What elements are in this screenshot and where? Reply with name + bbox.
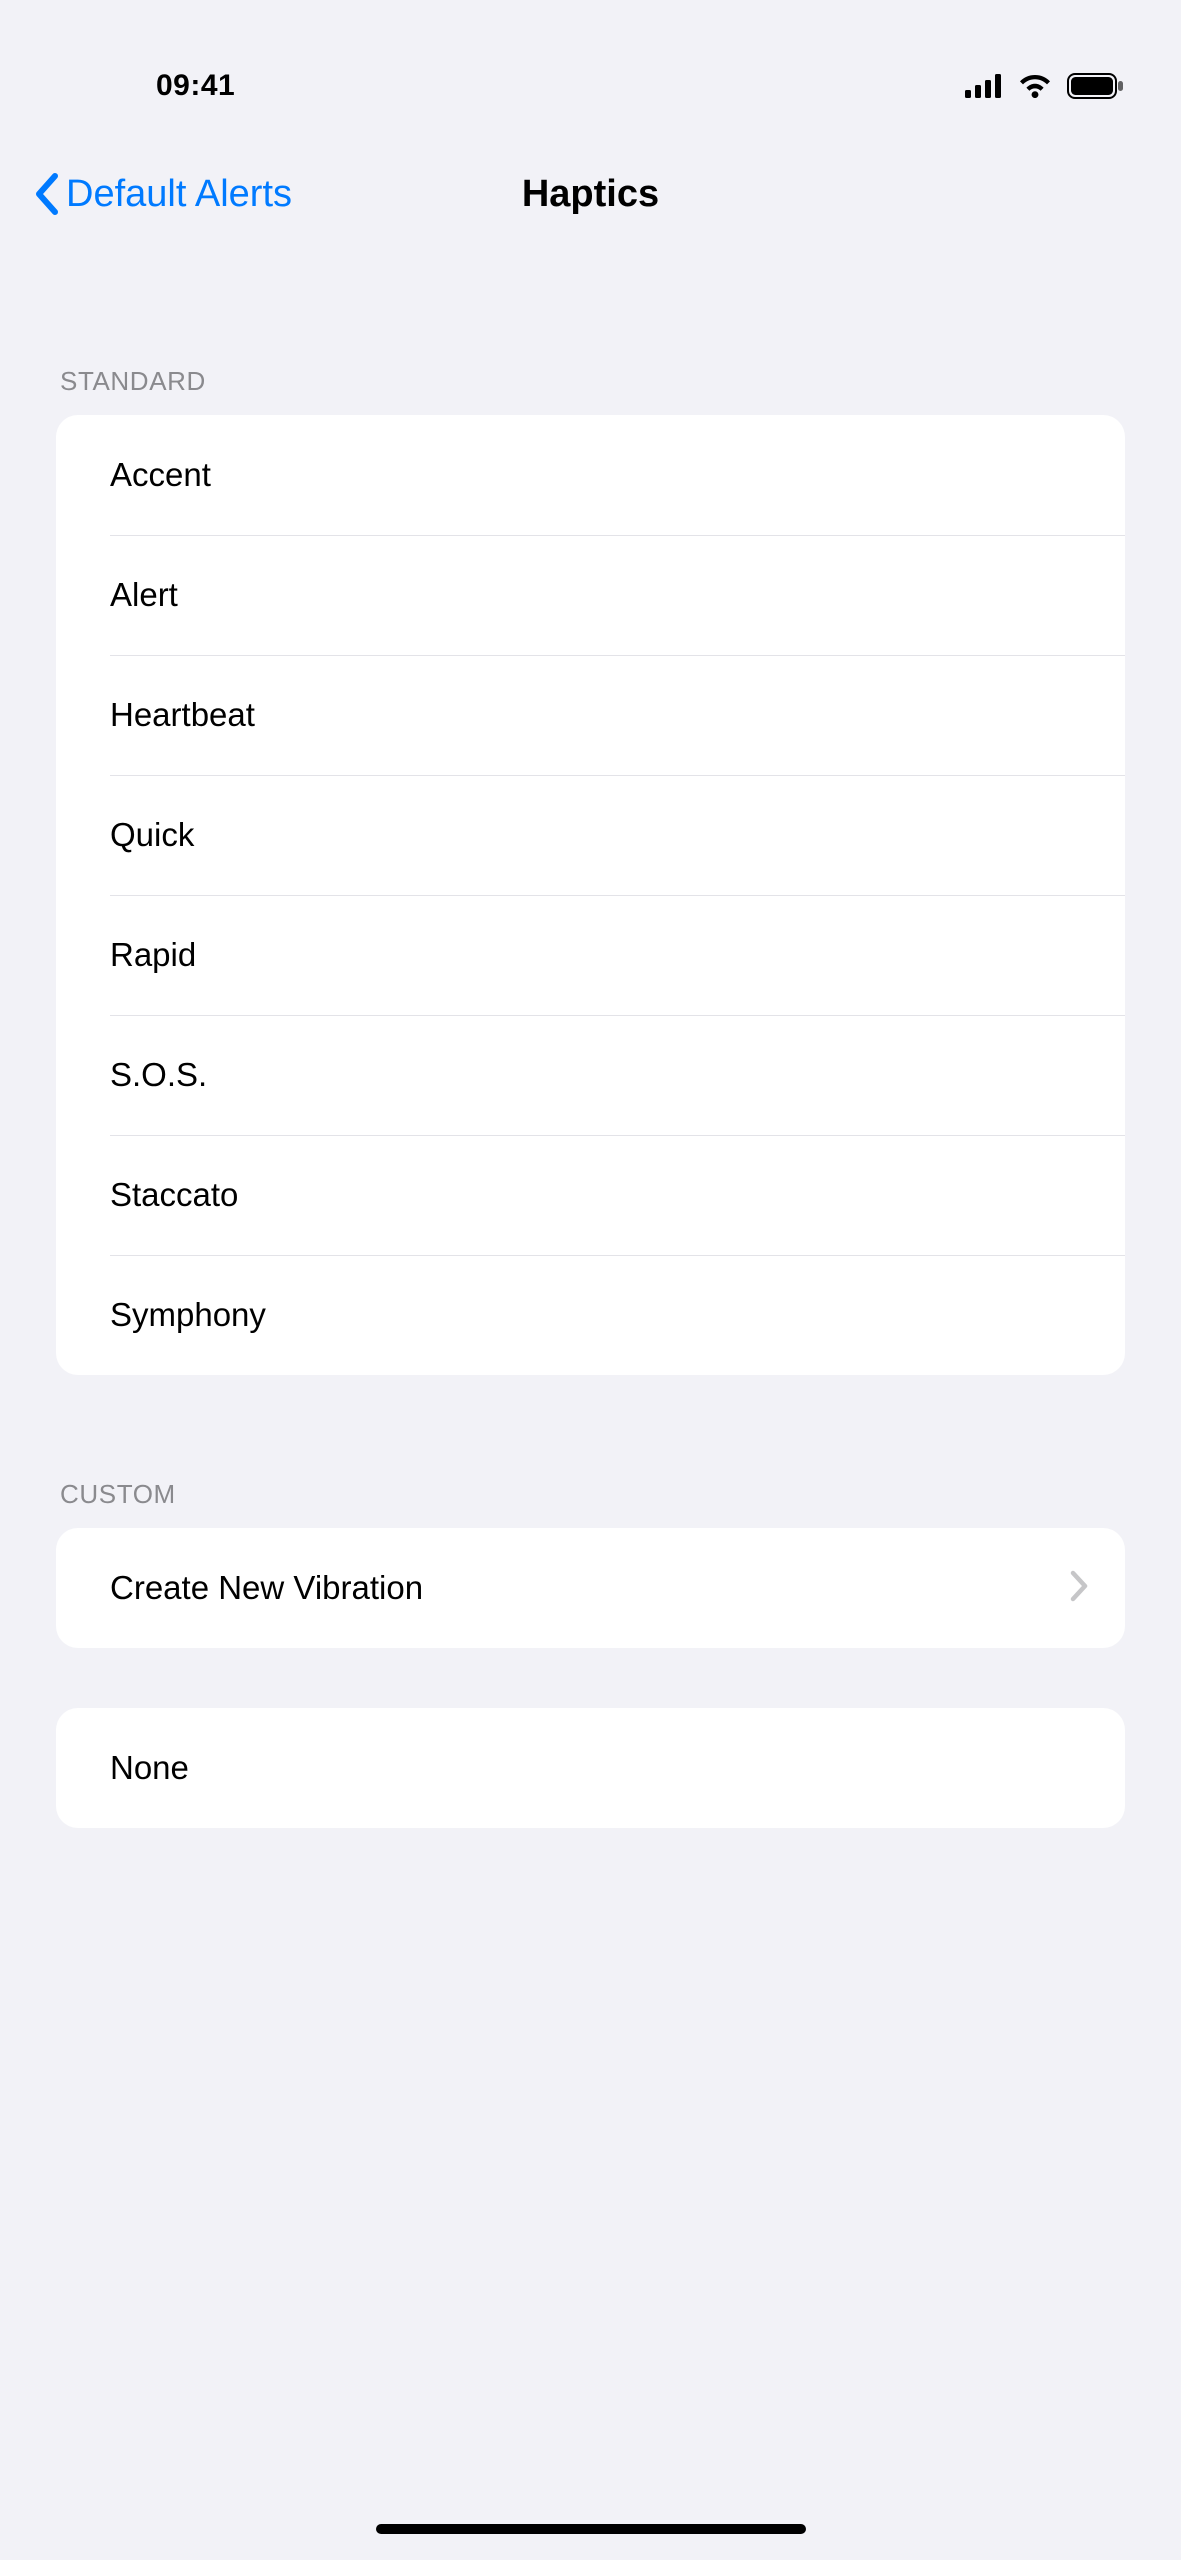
haptic-option-rapid[interactable]: Rapid bbox=[56, 895, 1125, 1015]
create-new-vibration-button[interactable]: Create New Vibration bbox=[56, 1528, 1125, 1648]
back-label: Default Alerts bbox=[66, 173, 292, 216]
chevron-right-icon bbox=[1069, 1570, 1089, 1607]
haptic-option-staccato[interactable]: Staccato bbox=[56, 1135, 1125, 1255]
back-button[interactable]: Default Alerts bbox=[32, 173, 292, 216]
chevron-left-icon bbox=[32, 173, 60, 215]
home-indicator bbox=[376, 2524, 806, 2534]
haptic-option-accent[interactable]: Accent bbox=[56, 415, 1125, 535]
row-label: Quick bbox=[110, 816, 194, 854]
statusbar-time: 09:41 bbox=[56, 69, 235, 103]
section-header-custom: Custom bbox=[0, 1479, 1181, 1528]
row-label: S.O.S. bbox=[110, 1056, 207, 1094]
statusbar-icons bbox=[965, 73, 1125, 99]
row-label: Staccato bbox=[110, 1176, 238, 1214]
row-label: Symphony bbox=[110, 1296, 266, 1334]
navbar: Default Alerts Haptics bbox=[0, 146, 1181, 242]
haptic-option-heartbeat[interactable]: Heartbeat bbox=[56, 655, 1125, 775]
custom-group: Create New Vibration bbox=[56, 1528, 1125, 1648]
none-group: None bbox=[56, 1708, 1125, 1828]
section-header-standard: Standard bbox=[0, 366, 1181, 415]
haptic-option-quick[interactable]: Quick bbox=[56, 775, 1125, 895]
wifi-icon bbox=[1017, 73, 1053, 99]
haptic-option-sos[interactable]: S.O.S. bbox=[56, 1015, 1125, 1135]
cellular-icon bbox=[965, 74, 1003, 98]
haptic-option-symphony[interactable]: Symphony bbox=[56, 1255, 1125, 1375]
haptic-option-none[interactable]: None bbox=[56, 1708, 1125, 1828]
row-label: Alert bbox=[110, 576, 178, 614]
row-label: Accent bbox=[110, 456, 211, 494]
row-label: None bbox=[110, 1749, 189, 1787]
standard-group: Accent Alert Heartbeat Quick Rapid S.O.S… bbox=[56, 415, 1125, 1375]
statusbar: 09:41 bbox=[0, 0, 1181, 130]
row-label: Heartbeat bbox=[110, 696, 255, 734]
haptic-option-alert[interactable]: Alert bbox=[56, 535, 1125, 655]
row-label: Rapid bbox=[110, 936, 196, 974]
battery-icon bbox=[1067, 73, 1125, 99]
row-label: Create New Vibration bbox=[110, 1569, 423, 1607]
